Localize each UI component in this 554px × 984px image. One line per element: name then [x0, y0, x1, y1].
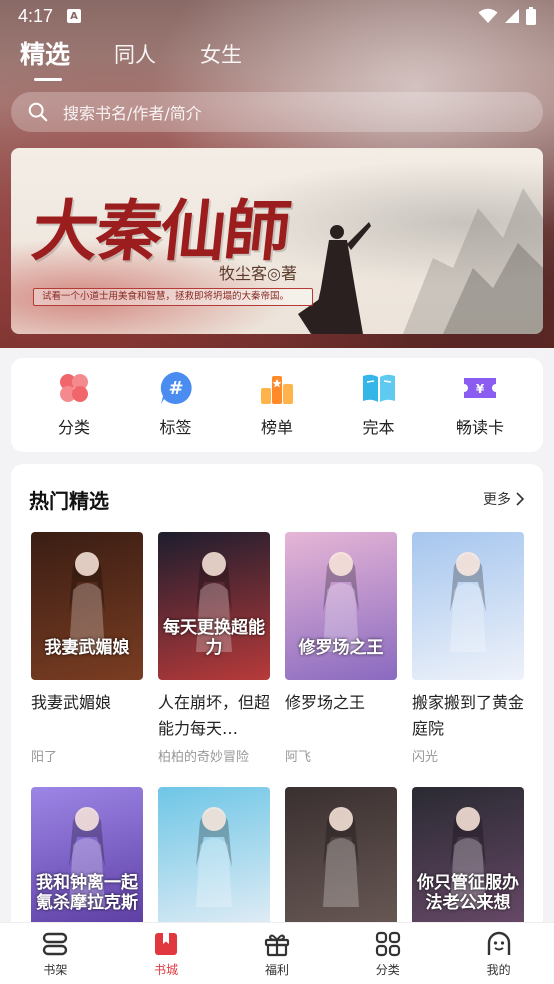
nav-category[interactable]: 分类: [348, 930, 428, 978]
svg-text:¥: ¥: [476, 382, 485, 396]
cover-text: 我和钟离一起氪杀摩拉克斯: [36, 873, 138, 913]
search-placeholder: 搜索书名/作者/简介: [63, 104, 202, 123]
book-title: 修罗场之王: [285, 693, 366, 712]
category-label: 标签: [159, 418, 192, 437]
book-cover: 修罗场之王: [285, 532, 397, 680]
book-card[interactable]: 每天更换超能力 人在崩坏，但超能力每天… 柏柏的奇妙冒险: [158, 532, 270, 765]
category-item-reading-card[interactable]: ¥ 畅读卡: [437, 358, 523, 452]
open-book-icon: [362, 374, 395, 402]
more-label: 更多: [483, 492, 511, 508]
chevron-right-icon: [516, 492, 525, 506]
nav-label: 书架: [43, 962, 68, 977]
bookstore-icon: [155, 932, 178, 955]
nav-bookshelf[interactable]: 书架: [15, 930, 95, 978]
category-item-classify[interactable]: 分类: [31, 358, 117, 452]
nav-welfare[interactable]: 福利: [237, 930, 317, 978]
book-title: 我妻武媚娘: [31, 693, 112, 712]
category-item-tags[interactable]: # 标签: [133, 358, 219, 452]
cover-text: 你只管征服办法老公来想: [417, 873, 519, 913]
category-item-completed[interactable]: 完本: [336, 358, 422, 452]
book-card[interactable]: 我和钟离一起氪杀摩拉克斯: [31, 787, 143, 935]
book-card[interactable]: 我妻武媚娘 我妻武媚娘 阳了: [31, 532, 143, 765]
book-grid: 我妻武媚娘 我妻武媚娘 阳了 每天更换超能力 人在崩坏，但超能力每天… 柏柏的奇…: [31, 532, 524, 935]
promo-banner[interactable]: 大秦仙師 牧尘客◎著 试看一个小道士用美食和智慧，拯救即将坍塌的大秦帝国。: [11, 148, 543, 334]
top-tabs: 精选 同人 女生: [20, 38, 286, 82]
battery-icon: [526, 7, 536, 25]
tab-featured[interactable]: 精选: [20, 38, 70, 81]
book-title: 人在崩坏，但超能力每天…: [158, 693, 270, 738]
status-time: 4:17: [18, 5, 54, 26]
book-author: 阿飞: [285, 750, 312, 765]
category-panel: 分类 # 标签 榜单 完本 ¥ 畅读卡: [11, 358, 543, 452]
search-icon: [28, 102, 48, 122]
category-item-ranking[interactable]: 榜单: [234, 358, 320, 452]
wifi-icon: [478, 8, 498, 23]
book-author: 闪光: [412, 750, 439, 765]
nav-label: 我的: [486, 962, 511, 977]
profile-icon: [487, 931, 510, 955]
cover-text: 我妻武媚娘: [44, 638, 130, 658]
tab-fanfic[interactable]: 同人: [114, 38, 156, 72]
book-author: 阳了: [31, 750, 58, 765]
nav-profile[interactable]: 我的: [459, 930, 539, 978]
book-title: 搬家搬到了黄金庭院: [412, 693, 524, 738]
book-cover: 每天更换超能力: [158, 532, 270, 680]
cover-illustration: [69, 552, 105, 652]
cover-text: 修罗场之王: [298, 638, 384, 658]
cover-illustration: [196, 807, 232, 907]
clover-icon: [60, 374, 88, 402]
section-title: 热门精选: [29, 488, 109, 513]
book-card[interactable]: 搬家搬到了黄金庭院 闪光: [412, 532, 524, 765]
nav-label: 书城: [154, 962, 179, 977]
book-cover: 你只管征服办法老公来想: [412, 787, 524, 935]
signal-icon: [505, 9, 519, 23]
banner-author: 牧尘客◎著: [219, 264, 297, 283]
nav-bookstore[interactable]: 书城: [126, 930, 206, 978]
hashtag-icon: #: [160, 372, 192, 404]
hot-picks-header: 热门精选 更多: [29, 484, 525, 514]
category-label: 分类: [57, 418, 90, 437]
bookshelf-icon: [43, 932, 68, 955]
search-bar[interactable]: 搜索书名/作者/简介: [11, 92, 543, 132]
status-bar: 4:17 A: [0, 0, 554, 32]
status-icons: [478, 7, 536, 25]
banner-mountain-art: [403, 188, 543, 334]
cover-text: 每天更换超能力: [163, 618, 265, 658]
cover-illustration: [323, 552, 359, 652]
nav-label: 福利: [264, 962, 289, 977]
tab-female[interactable]: 女生: [200, 38, 242, 72]
book-cover: [158, 787, 270, 935]
banner-warrior-figure: [298, 222, 371, 334]
book-card[interactable]: 修罗场之王 修罗场之王 阿飞: [285, 532, 397, 765]
book-cover: [285, 787, 397, 935]
gift-icon: [264, 934, 290, 956]
book-author: 柏柏的奇妙冒险: [158, 750, 250, 765]
bottom-nav: 书架 书城 福利 分类 我的: [0, 922, 554, 984]
grid-icon: [375, 931, 400, 956]
nav-label: 分类: [375, 962, 400, 977]
cover-illustration: [323, 807, 359, 907]
svg-text:#: #: [168, 378, 183, 399]
book-card[interactable]: 你只管征服办法老公来想: [412, 787, 524, 935]
book-card[interactable]: [285, 787, 397, 935]
ranking-icon: [261, 376, 293, 404]
ticket-icon: ¥: [464, 378, 496, 398]
category-label: 榜单: [260, 418, 293, 437]
book-cover: [412, 532, 524, 680]
cover-illustration: [450, 552, 486, 652]
book-cover: 我妻武媚娘: [31, 532, 143, 680]
hot-picks-panel: 热门精选 更多 我妻武媚娘 我妻武媚娘 阳了 每天更换超能力 人在崩坏，但超能力…: [11, 464, 543, 984]
more-link[interactable]: 更多: [483, 489, 525, 509]
banner-tagline: 试看一个小道士用美食和智慧，拯救即将坍塌的大秦帝国。: [33, 288, 313, 306]
book-card[interactable]: [158, 787, 270, 935]
accessibility-indicator-icon: A: [67, 9, 82, 23]
category-label: 畅读卡: [455, 418, 504, 437]
book-cover: 我和钟离一起氪杀摩拉克斯: [31, 787, 143, 935]
category-label: 完本: [362, 418, 395, 437]
